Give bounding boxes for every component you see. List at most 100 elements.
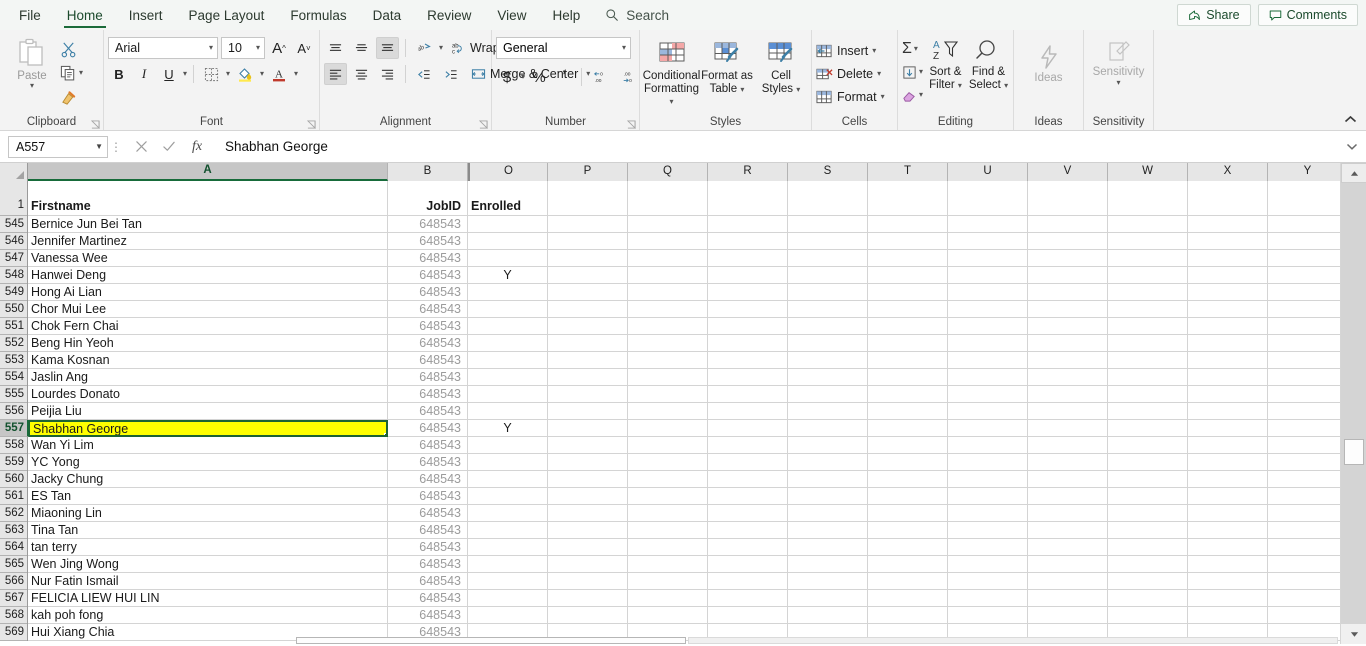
cell-A558[interactable]: Wan Yi Lim — [28, 437, 388, 454]
cell-W564[interactable] — [1108, 539, 1188, 556]
column-header-A[interactable]: A — [28, 163, 388, 181]
cell-Q565[interactable] — [628, 556, 708, 573]
cell-T557[interactable] — [868, 420, 948, 437]
cell-T565[interactable] — [868, 556, 948, 573]
cell-P560[interactable] — [548, 471, 628, 488]
column-header-O[interactable]: O — [468, 163, 548, 181]
cell-A547[interactable]: Vanessa Wee — [28, 250, 388, 267]
cell-B552[interactable]: 648543 — [388, 335, 468, 352]
cell-V563[interactable] — [1028, 522, 1108, 539]
cell-Y556[interactable] — [1268, 403, 1348, 420]
cell-B562[interactable]: 648543 — [388, 505, 468, 522]
cell-T549[interactable] — [868, 284, 948, 301]
cell-Y546[interactable] — [1268, 233, 1348, 250]
cell-S545[interactable] — [788, 216, 868, 233]
cell-U556[interactable] — [948, 403, 1028, 420]
cell-V549[interactable] — [1028, 284, 1108, 301]
insert-function-button[interactable]: fx — [184, 136, 210, 158]
currency-caret[interactable]: ▾ — [521, 73, 525, 81]
cell-A557[interactable]: Shabhan George — [28, 420, 388, 437]
cell-R555[interactable] — [708, 386, 788, 403]
cell-S551[interactable] — [788, 318, 868, 335]
cell-R548[interactable] — [708, 267, 788, 284]
cell-Y547[interactable] — [1268, 250, 1348, 267]
cell-Q545[interactable] — [628, 216, 708, 233]
font-color-button[interactable]: A — [267, 63, 291, 85]
expand-formula-bar-button[interactable] — [1340, 136, 1364, 158]
format-painter-button[interactable] — [60, 86, 83, 108]
cell-S548[interactable] — [788, 267, 868, 284]
cell-B566[interactable]: 648543 — [388, 573, 468, 590]
decrease-font-size-button[interactable]: A ˅ — [293, 37, 315, 59]
cell-O548[interactable]: Y — [468, 267, 548, 284]
row-header-565[interactable]: 565 — [0, 556, 27, 573]
copy-dropdown-caret[interactable]: ▾ — [79, 69, 83, 77]
fill-caret[interactable]: ▾ — [919, 68, 923, 76]
cell-T546[interactable] — [868, 233, 948, 250]
delete-cells-caret[interactable]: ▾ — [877, 69, 881, 78]
cell-T550[interactable] — [868, 301, 948, 318]
row-header-551[interactable]: 551 — [0, 318, 27, 335]
cell-P559[interactable] — [548, 454, 628, 471]
column-header-Y[interactable]: Y — [1268, 163, 1348, 181]
cell-V556[interactable] — [1028, 403, 1108, 420]
row-header-549[interactable]: 549 — [0, 284, 27, 301]
cell-V552[interactable] — [1028, 335, 1108, 352]
horizontal-scrollbar[interactable] — [0, 637, 1340, 644]
cell-B563[interactable]: 648543 — [388, 522, 468, 539]
bold-button[interactable]: B — [108, 63, 130, 85]
ribbon-tab-page-layout[interactable]: Page Layout — [176, 0, 278, 30]
cell-B1[interactable]: JobID — [388, 181, 468, 216]
cell-V1[interactable] — [1028, 181, 1108, 216]
formula-input[interactable]: Shabhan George — [220, 136, 1340, 158]
cell-U548[interactable] — [948, 267, 1028, 284]
cell-Q553[interactable] — [628, 352, 708, 369]
cell-W549[interactable] — [1108, 284, 1188, 301]
cell-V554[interactable] — [1028, 369, 1108, 386]
align-bottom-button[interactable] — [376, 37, 399, 59]
cell-W561[interactable] — [1108, 488, 1188, 505]
cell-P567[interactable] — [548, 590, 628, 607]
copy-button[interactable]: ▾ — [60, 62, 83, 84]
cell-Y565[interactable] — [1268, 556, 1348, 573]
cell-U557[interactable] — [948, 420, 1028, 437]
cell-P551[interactable] — [548, 318, 628, 335]
cell-T563[interactable] — [868, 522, 948, 539]
cell-R549[interactable] — [708, 284, 788, 301]
search-input[interactable]: Search — [593, 0, 681, 30]
cell-U566[interactable] — [948, 573, 1028, 590]
cell-P566[interactable] — [548, 573, 628, 590]
cell-T556[interactable] — [868, 403, 948, 420]
cell-T548[interactable] — [868, 267, 948, 284]
cell-X549[interactable] — [1188, 284, 1268, 301]
ribbon-tab-review[interactable]: Review — [414, 0, 484, 30]
row-header-564[interactable]: 564 — [0, 539, 27, 556]
cell-X559[interactable] — [1188, 454, 1268, 471]
column-header-B[interactable]: B — [388, 163, 468, 181]
cell-V564[interactable] — [1028, 539, 1108, 556]
cell-X554[interactable] — [1188, 369, 1268, 386]
sensitivity-button[interactable]: Sensitivity ▾ — [1091, 39, 1146, 87]
cell-Y550[interactable] — [1268, 301, 1348, 318]
cell-W565[interactable] — [1108, 556, 1188, 573]
row-header-1[interactable]: 1 — [0, 181, 27, 216]
cell-W546[interactable] — [1108, 233, 1188, 250]
cell-R564[interactable] — [708, 539, 788, 556]
autosum-button[interactable]: Σ ▾ — [902, 38, 923, 60]
font-size-input[interactable]: 10 ▾ — [221, 37, 265, 59]
cell-U550[interactable] — [948, 301, 1028, 318]
cell-Q556[interactable] — [628, 403, 708, 420]
row-header-547[interactable]: 547 — [0, 250, 27, 267]
cell-S565[interactable] — [788, 556, 868, 573]
cell-O552[interactable] — [468, 335, 548, 352]
cell-B560[interactable]: 648543 — [388, 471, 468, 488]
orientation-button[interactable]: ab — [412, 37, 436, 59]
cell-S553[interactable] — [788, 352, 868, 369]
cell-A556[interactable]: Peijia Liu — [28, 403, 388, 420]
cell-O566[interactable] — [468, 573, 548, 590]
cell-Q566[interactable] — [628, 573, 708, 590]
insert-cells-button[interactable]: Insert ▾ — [816, 39, 876, 62]
cell-X555[interactable] — [1188, 386, 1268, 403]
font-size-caret[interactable]: ▾ — [256, 44, 260, 52]
cell-A552[interactable]: Beng Hin Yeoh — [28, 335, 388, 352]
